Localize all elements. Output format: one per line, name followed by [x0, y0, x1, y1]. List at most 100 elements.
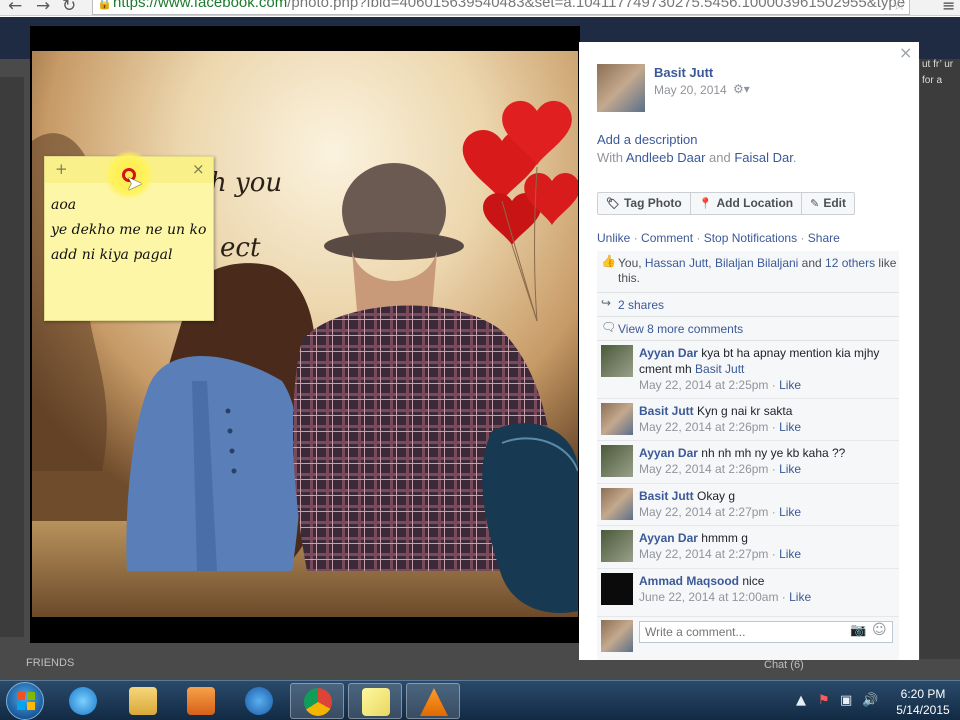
privacy-gear-dropdown-icon[interactable]: ⚙▾	[733, 82, 750, 96]
avatar[interactable]	[597, 64, 645, 112]
comment-timestamp[interactable]: May 22, 2014 at 2:26pm	[639, 420, 768, 434]
camera-icon[interactable]: 📷	[850, 623, 866, 638]
sticky-note-text[interactable]: aoa ye dekho me ne un ko add ni kiya pag…	[51, 193, 213, 268]
lock-icon: 🔒	[97, 0, 112, 10]
emoji-icon[interactable]: ☺	[872, 622, 887, 638]
forward-arrow-icon[interactable]: →	[36, 0, 50, 16]
comment-item: Basit Jutt Kyn g nai kr sakta May 22, 201…	[597, 399, 899, 441]
comment-author-link[interactable]: Ayyan Dar	[639, 346, 698, 360]
avatar	[601, 620, 633, 652]
comment-body: Basit Jutt Okay g May 22, 2014 at 2:27pm …	[639, 488, 895, 520]
others-link[interactable]: 12 others	[825, 256, 875, 270]
tagged-person-link[interactable]: Andleeb Daar	[626, 150, 706, 165]
comment-like-link[interactable]: Like	[779, 378, 801, 392]
address-bar[interactable]: 🔒 https://www.facebook.com/photo.php?fbi…	[92, 0, 910, 15]
sticky-line: ye dekho me ne un ko	[51, 222, 207, 238]
chat-label[interactable]: Chat (6)	[764, 659, 804, 671]
close-icon[interactable]: ×	[192, 160, 205, 178]
comment-like-link[interactable]: Like	[779, 505, 801, 519]
add-description-link[interactable]: Add a description	[597, 132, 697, 147]
meta-separator: ·	[778, 590, 790, 604]
comment-timestamp[interactable]: May 22, 2014 at 2:26pm	[639, 462, 768, 476]
mouse-cursor-icon: ➤	[126, 171, 143, 195]
volume-icon[interactable]: 🔊	[862, 693, 878, 708]
sticky-note-titlebar[interactable]: + ➤ ×	[45, 151, 213, 199]
avatar[interactable]	[601, 530, 633, 562]
comment-timestamp[interactable]: May 22, 2014 at 2:27pm	[639, 547, 768, 561]
view-more-comments-link[interactable]: View 8 more comments	[618, 322, 743, 336]
comment-mention-link[interactable]: Basit Jutt	[695, 362, 744, 376]
back-arrow-icon[interactable]: ←	[8, 0, 22, 16]
clock-date[interactable]: 5/14/2015	[890, 703, 956, 717]
sticky-notes-icon	[362, 688, 390, 716]
meta-separator: ·	[768, 505, 780, 519]
photo-image[interactable]: h you ect	[32, 51, 578, 617]
left-column-background	[0, 77, 24, 637]
comment-like-link[interactable]: Like	[789, 590, 811, 604]
shares-row[interactable]: ↪ 2 shares	[597, 293, 899, 317]
comment-composer: 📷 ☺	[597, 617, 899, 660]
comment-author-link[interactable]: Ayyan Dar	[639, 446, 698, 460]
close-icon[interactable]: ×	[899, 43, 912, 62]
post-date[interactable]: May 20, 2014	[654, 83, 727, 97]
browser-toolbar: ← → ↻ 🔒 https://www.facebook.com/photo.p…	[0, 0, 960, 16]
taskbar-sticky-notes[interactable]	[348, 683, 402, 719]
taskbar-internet-explorer[interactable]	[56, 683, 110, 719]
avatar[interactable]	[601, 573, 633, 605]
comment-timestamp[interactable]: May 22, 2014 at 2:25pm	[639, 378, 768, 392]
meta-separator: ·	[768, 547, 780, 561]
action-center-flag-icon[interactable]: ⚑	[818, 693, 830, 708]
location-pin-icon: 📍	[698, 197, 713, 210]
comment-body: Basit Jutt Kyn g nai kr sakta May 22, 201…	[639, 403, 895, 435]
sticky-note[interactable]: + ➤ × aoa ye dekho me ne un ko add ni ki…	[44, 151, 214, 321]
bookmark-star-icon[interactable]: ☆	[892, 0, 906, 14]
avatar[interactable]	[601, 488, 633, 520]
unlike-link[interactable]: Unlike	[597, 231, 630, 245]
taskbar-vlc[interactable]	[406, 683, 460, 719]
stop-notifications-link[interactable]: Stop Notifications	[704, 231, 797, 245]
tagged-person-link[interactable]: Faisal Dar	[734, 150, 793, 165]
comment-body: Ayyan Dar hmmm g May 22, 2014 at 2:27pm ·…	[639, 530, 895, 562]
edit-button[interactable]: ✎ Edit	[802, 193, 854, 214]
comment-like-link[interactable]: Like	[779, 420, 801, 434]
tag-icon: 🏷	[606, 197, 620, 210]
comment-text: Kyn g nai kr sakta	[697, 404, 793, 418]
start-button[interactable]	[6, 682, 44, 720]
shares-link[interactable]: 2 shares	[618, 298, 664, 312]
show-hidden-icons-icon[interactable]: ▲	[796, 693, 806, 708]
network-icon[interactable]: ▣	[840, 693, 852, 708]
add-location-button[interactable]: 📍 Add Location	[691, 193, 803, 214]
reload-icon[interactable]: ↻	[62, 0, 76, 16]
sticky-line: aoa	[51, 197, 77, 213]
comment-author-link[interactable]: Ayyan Dar	[639, 531, 698, 545]
comment-link[interactable]: Comment	[641, 231, 693, 245]
ufi-links: Unlike · Comment · Stop Notifications · …	[597, 231, 840, 245]
taskbar-file-explorer[interactable]	[116, 683, 170, 719]
comment-timestamp[interactable]: June 22, 2014 at 12:00am	[639, 590, 778, 604]
avatar[interactable]	[601, 403, 633, 435]
owner-name-link[interactable]: Basit Jutt	[654, 65, 713, 80]
taskbar-app[interactable]	[232, 683, 286, 719]
share-link[interactable]: Share	[808, 231, 840, 245]
comment-like-link[interactable]: Like	[779, 547, 801, 561]
avatar[interactable]	[601, 345, 633, 377]
photo-illustration: h you ect	[32, 51, 578, 617]
comment-author-link[interactable]: Basit Jutt	[639, 404, 694, 418]
comment-timestamp[interactable]: May 22, 2014 at 2:27pm	[639, 505, 768, 519]
plus-icon[interactable]: +	[55, 160, 68, 178]
comment-author-link[interactable]: Basit Jutt	[639, 489, 694, 503]
comment-like-link[interactable]: Like	[779, 462, 801, 476]
view-more-comments-row[interactable]: 🗨 View 8 more comments	[597, 317, 899, 341]
comment-meta: May 22, 2014 at 2:27pm · Like	[639, 546, 895, 562]
tag-photo-button[interactable]: 🏷 Tag Photo	[598, 193, 691, 214]
clock-time[interactable]: 6:20 PM	[890, 687, 956, 701]
avatar[interactable]	[601, 445, 633, 477]
browser-menu-icon[interactable]: ≡	[942, 0, 955, 15]
taskbar-chrome[interactable]	[290, 683, 344, 719]
taskbar-media-player[interactable]	[174, 683, 228, 719]
comment-author-link[interactable]: Ammad Maqsood	[639, 574, 739, 588]
likers-link[interactable]: Hassan Jutt, Bilaljan Bilaljani	[645, 256, 798, 270]
thumbs-up-icon: 👍	[601, 254, 616, 268]
photo-details-panel: × Basit Jutt May 20, 2014 ⚙▾ Add a descr…	[579, 42, 919, 660]
photo-viewer: h you ect	[30, 26, 580, 643]
